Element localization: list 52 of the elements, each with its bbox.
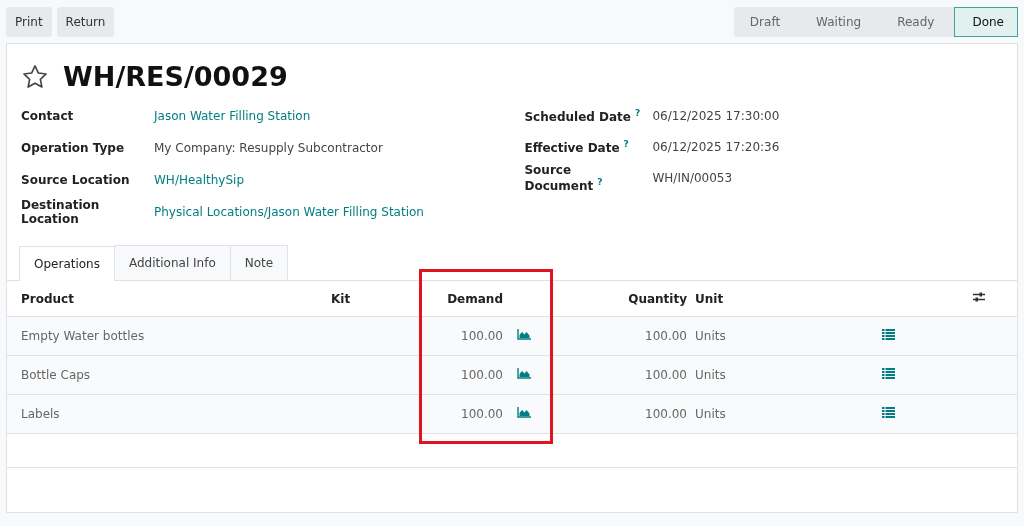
column-header[interactable]: Demand: [361, 291, 503, 306]
forecast-chart-icon[interactable]: [517, 329, 531, 340]
tab[interactable]: Additional Info: [114, 245, 231, 280]
field-value: 06/12/2025 17:30:00: [652, 108, 780, 123]
field-label: Operation Type: [21, 141, 126, 155]
column-header[interactable]: Quantity: [543, 291, 687, 306]
help-mark[interactable]: ?: [623, 138, 629, 149]
field-label: Destination Location: [21, 198, 101, 226]
field-link[interactable]: WH/HealthySip: [154, 173, 244, 187]
column-header[interactable]: Unit: [687, 291, 882, 306]
table-cell-text: 100.00: [644, 368, 687, 382]
help-mark[interactable]: ?: [635, 107, 641, 118]
action-button[interactable]: Return: [56, 6, 115, 37]
field-value: My Company: Resupply Subcontractor: [154, 141, 383, 155]
field-value: 06/12/2025 17:20:36: [652, 139, 780, 154]
table-cell-text: 100.00: [460, 368, 503, 382]
list-icon[interactable]: [882, 329, 895, 340]
list-icon[interactable]: [882, 368, 895, 379]
record-title: WH/RES/00029: [63, 61, 288, 92]
help-mark[interactable]: ?: [597, 176, 603, 187]
table-cell-text: Empty Water bottles: [20, 329, 146, 343]
table-cell-text: Units: [694, 368, 727, 382]
table-cell-text: 100.00: [644, 407, 687, 421]
settings-icon[interactable]: [972, 291, 986, 303]
field-link[interactable]: Jason Water Filling Station: [154, 109, 311, 123]
field-label: Source Location: [21, 173, 131, 187]
list-icon[interactable]: [882, 407, 895, 418]
star-icon[interactable]: [21, 62, 49, 91]
field-link[interactable]: Physical Locations/Jason Water Filling Station: [154, 205, 424, 219]
status-stage[interactable]: Waiting: [800, 6, 882, 37]
table-cell-text: Units: [694, 407, 727, 421]
forecast-chart-icon[interactable]: [517, 407, 531, 418]
table-cell-text: Labels: [20, 407, 61, 421]
table-cell-text: Units: [694, 329, 727, 343]
tab[interactable]: Operations: [19, 246, 115, 281]
field-label: Effective Date: [524, 140, 620, 155]
action-button[interactable]: Print: [6, 6, 52, 37]
table-cell-text: 100.00: [460, 329, 503, 343]
table-cell-text: Bottle Caps: [20, 368, 92, 382]
status-stage[interactable]: Done: [954, 6, 1018, 37]
column-header[interactable]: Product: [7, 291, 331, 306]
field-value: WH/IN/00053: [652, 170, 733, 185]
table-cell-text: 100.00: [460, 407, 503, 421]
table-cell-text: 100.00: [644, 329, 687, 343]
status-stage[interactable]: Draft: [733, 6, 801, 37]
tab[interactable]: Note: [229, 245, 289, 280]
forecast-chart-icon[interactable]: [517, 368, 531, 379]
column-header[interactable]: Kit: [331, 291, 361, 306]
field-label: Scheduled Date: [524, 109, 631, 124]
field-label: Contact: [21, 109, 75, 123]
field-label: Source Document: [524, 162, 594, 193]
status-stage[interactable]: Ready: [881, 6, 955, 37]
